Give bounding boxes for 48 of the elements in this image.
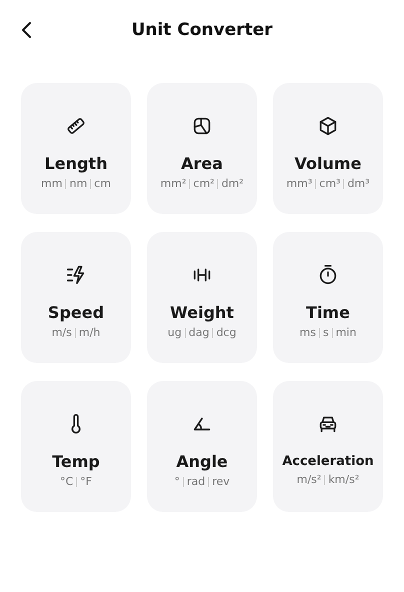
category-name: Length xyxy=(44,154,108,173)
unit-label: °C xyxy=(60,475,74,488)
unit-label: cm² xyxy=(193,177,214,190)
unit-label: s xyxy=(322,326,329,339)
unit-label: ms xyxy=(300,326,316,339)
lightning-icon xyxy=(65,264,87,286)
category-card[interactable]: Time ms s min xyxy=(273,232,383,363)
unit-label: rev xyxy=(212,475,230,488)
category-card[interactable]: Length mm nm cm xyxy=(21,83,131,214)
unit-label: km/s² xyxy=(328,473,360,486)
unit-label: rad xyxy=(186,475,206,488)
category-card[interactable]: Acceleration m/s² km/s² xyxy=(273,381,383,512)
category-name: Time xyxy=(306,303,350,322)
ruler-icon xyxy=(65,115,87,137)
category-card[interactable]: Speed m/s m/h xyxy=(21,232,131,363)
category-name: Weight xyxy=(170,303,234,322)
unit-label: dag xyxy=(188,326,210,339)
category-name: Angle xyxy=(176,452,228,471)
category-card[interactable]: Temp °C °F xyxy=(21,381,131,512)
unit-label: ° xyxy=(174,475,180,488)
category-card[interactable]: Volume mm³ cm³ dm³ xyxy=(273,83,383,214)
unit-label: m/s² xyxy=(296,473,322,486)
unit-label: mm³ xyxy=(286,177,312,190)
unit-label: m/h xyxy=(78,326,100,339)
unit-label: cm xyxy=(94,177,111,190)
category-card[interactable]: Area mm² cm² dm² xyxy=(147,83,257,214)
area-icon xyxy=(191,115,213,137)
category-name: Area xyxy=(181,154,223,173)
category-name: Temp xyxy=(52,452,100,471)
unit-label: cm³ xyxy=(319,177,340,190)
unit-label: m/s xyxy=(52,326,72,339)
unit-label: °F xyxy=(80,475,92,488)
unit-label: dcg xyxy=(216,326,236,339)
unit-label: min xyxy=(336,326,356,339)
unit-label: mm xyxy=(41,177,62,190)
unit-label: nm xyxy=(69,177,88,190)
cube-icon xyxy=(317,115,339,137)
unit-label: mm² xyxy=(160,177,186,190)
category-card[interactable]: Weight ug dag dcg xyxy=(147,232,257,363)
unit-label: dm² xyxy=(221,177,244,190)
unit-label: ug xyxy=(168,326,182,339)
category-card[interactable]: Angle ° rad rev xyxy=(147,381,257,512)
unit-label: dm³ xyxy=(347,177,370,190)
category-name: Volume xyxy=(294,154,362,173)
screen-title: Unit Converter xyxy=(131,20,273,40)
category-name: Acceleration xyxy=(282,454,374,469)
category-name: Speed xyxy=(48,303,104,322)
stopwatch-icon xyxy=(317,264,339,286)
